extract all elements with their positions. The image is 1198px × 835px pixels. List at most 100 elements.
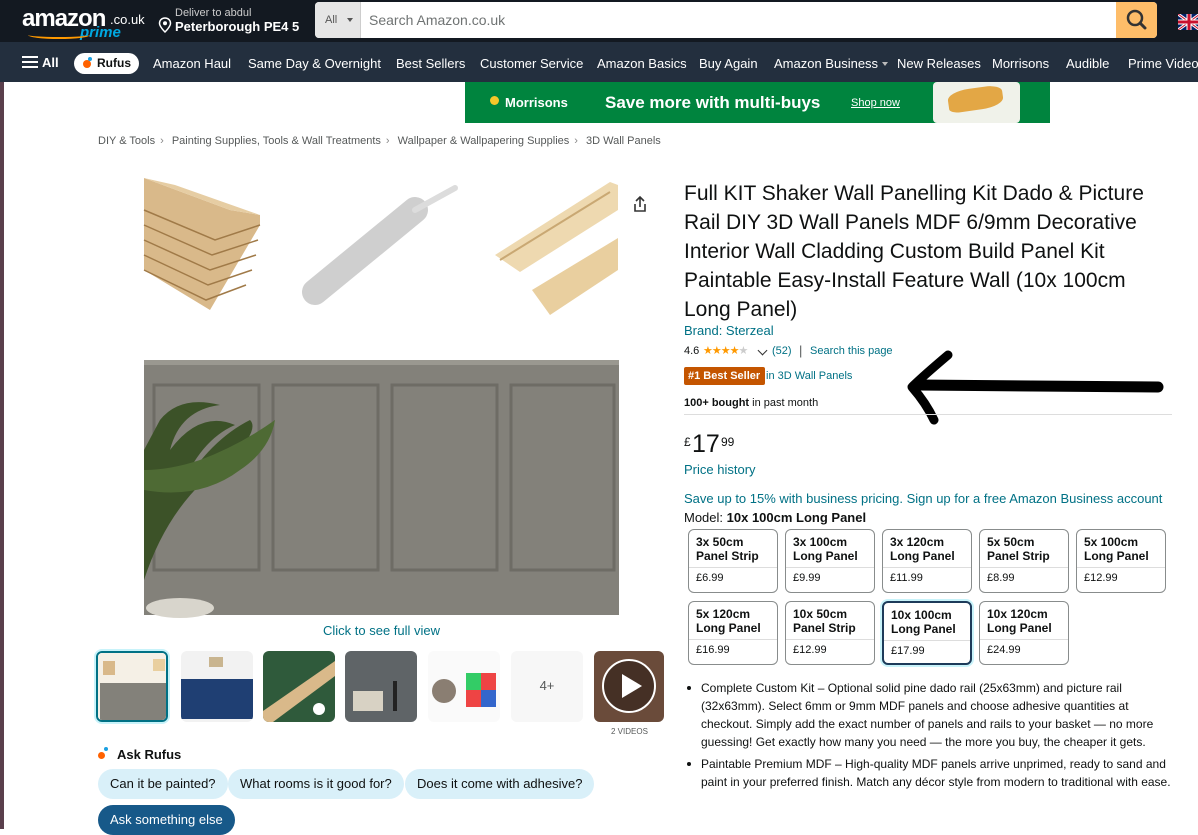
breadcrumb-link[interactable]: Painting Supplies, Tools & Wall Treatmen… bbox=[172, 135, 381, 147]
search-category-label: All bbox=[325, 14, 338, 26]
variant-name-line1: 3x 100cm bbox=[793, 535, 848, 549]
video-thumbnail[interactable] bbox=[594, 651, 664, 722]
price-whole: 17 bbox=[692, 430, 720, 458]
variant-name-line1: 5x 50cm bbox=[987, 535, 1035, 549]
variant-option-selected[interactable]: 10x 100cm Long Panel £17.99 bbox=[882, 601, 972, 665]
breadcrumb-separator-icon: › bbox=[574, 135, 578, 147]
rating-summary: 4.6 ★★★★★ (52) | Search this page bbox=[684, 343, 893, 358]
nav-link-prime-video[interactable]: Prime Video bbox=[1128, 56, 1198, 71]
chevron-down-icon[interactable] bbox=[757, 345, 768, 356]
gallery-thumbnail[interactable] bbox=[96, 651, 168, 722]
variant-price: £16.99 bbox=[696, 644, 730, 656]
variant-option[interactable]: 5x 120cm Long Panel £16.99 bbox=[688, 601, 778, 665]
variant-price: £12.99 bbox=[1084, 572, 1118, 584]
all-menu-label: All bbox=[42, 55, 59, 70]
rufus-button[interactable]: Rufus bbox=[74, 53, 139, 74]
business-pricing-link[interactable]: Save up to 15% with business pricing. Si… bbox=[684, 491, 1162, 506]
wall-panel-room-image bbox=[144, 360, 619, 618]
rufus-question-chip[interactable]: Can it be painted? bbox=[98, 769, 228, 799]
variant-price: £12.99 bbox=[793, 644, 827, 656]
variant-name-line2: Long Panel bbox=[891, 622, 956, 636]
variant-option[interactable]: 5x 50cm Panel Strip £8.99 bbox=[979, 529, 1069, 593]
bought-period: in past month bbox=[749, 397, 819, 409]
feature-bullet: Complete Custom Kit – Optional solid pin… bbox=[684, 679, 1174, 751]
uk-flag-icon[interactable] bbox=[1178, 14, 1198, 30]
gallery-thumbnail[interactable] bbox=[263, 651, 335, 722]
variant-name-line2: Long Panel bbox=[696, 621, 761, 635]
nav-link-new-releases[interactable]: New Releases bbox=[897, 56, 981, 71]
breadcrumb-link[interactable]: DIY & Tools bbox=[98, 135, 155, 147]
morrisons-promo-banner[interactable]: Morrisons Save more with multi-buys Shop… bbox=[465, 82, 1050, 123]
search-bar: All bbox=[315, 2, 1157, 38]
nav-link-morrisons[interactable]: Morrisons bbox=[992, 56, 1049, 71]
banner-shop-now-link[interactable]: Shop now bbox=[851, 97, 900, 109]
gallery-thumbnail[interactable] bbox=[428, 651, 500, 722]
full-view-link[interactable]: Click to see full view bbox=[323, 623, 440, 638]
caret-down-icon bbox=[347, 18, 353, 22]
search-button[interactable] bbox=[1116, 2, 1157, 38]
breadcrumb-link[interactable]: Wallpaper & Wallpapering Supplies bbox=[398, 135, 570, 147]
variant-option[interactable]: 10x 120cm Long Panel £24.99 bbox=[979, 601, 1069, 665]
divider bbox=[684, 414, 1172, 415]
videos-count-label: 2 VIDEOS bbox=[611, 727, 648, 736]
search-icon bbox=[1126, 9, 1147, 30]
variant-option[interactable]: 5x 100cm Long Panel £12.99 bbox=[1076, 529, 1166, 593]
nav-link-amazon-basics[interactable]: Amazon Basics bbox=[597, 56, 687, 71]
share-icon[interactable] bbox=[631, 195, 649, 213]
best-seller-badge[interactable]: #1 Best Seller bbox=[684, 367, 766, 385]
hamburger-icon bbox=[22, 56, 38, 68]
model-selection-label: Model: 10x 100cm Long Panel bbox=[684, 510, 866, 525]
model-label: Model: bbox=[684, 510, 727, 525]
price-currency: £ bbox=[684, 435, 691, 449]
amazon-prime-logo[interactable]: amazon .co.uk prime bbox=[20, 4, 145, 41]
banner-headline: Save more with multi-buys bbox=[605, 93, 821, 112]
rufus-question-chip[interactable]: Does it come with adhesive? bbox=[405, 769, 595, 799]
sparkle-icon bbox=[104, 747, 108, 751]
variant-name-line1: 10x 50cm bbox=[793, 607, 848, 621]
variant-option[interactable]: 3x 50cm Panel Strip £6.99 bbox=[688, 529, 778, 593]
variant-price: £24.99 bbox=[987, 644, 1021, 656]
nav-link-amazon-haul[interactable]: Amazon Haul bbox=[153, 56, 231, 71]
gallery-thumbnail[interactable] bbox=[181, 651, 253, 722]
variant-name-line1: 10x 120cm bbox=[987, 607, 1048, 621]
variant-name-line2: Long Panel bbox=[793, 549, 858, 563]
nav-link-audible[interactable]: Audible bbox=[1066, 56, 1109, 71]
nav-link-buy-again[interactable]: Buy Again bbox=[699, 56, 758, 71]
bought-count: 100+ bought bbox=[684, 397, 750, 409]
variant-option[interactable]: 3x 120cm Long Panel £11.99 bbox=[882, 529, 972, 593]
rufus-label: Rufus bbox=[97, 56, 131, 70]
ask-something-else-button[interactable]: Ask something else bbox=[98, 805, 235, 835]
mdf-panel-stack-image bbox=[143, 178, 261, 310]
deliver-address: Peterborough PE4 5 bbox=[175, 19, 300, 34]
location-pin-icon bbox=[158, 17, 172, 33]
banner-brand: Morrisons bbox=[505, 95, 568, 110]
star-rating-icon[interactable]: ★★★★★ bbox=[703, 344, 748, 357]
variant-option[interactable]: 3x 100cm Long Panel £9.99 bbox=[785, 529, 875, 593]
all-menu-button[interactable]: All bbox=[22, 55, 59, 70]
search-this-page-link[interactable]: Search this page bbox=[810, 345, 893, 357]
rufus-icon bbox=[83, 60, 91, 68]
search-input[interactable] bbox=[369, 11, 1069, 29]
nav-link-best-sellers[interactable]: Best Sellers bbox=[396, 56, 465, 71]
search-category-select[interactable]: All bbox=[315, 2, 361, 38]
nav-link-customer-service[interactable]: Customer Service bbox=[480, 56, 583, 71]
variant-price: £17.99 bbox=[891, 645, 925, 657]
annotation-arrow-icon bbox=[907, 350, 1164, 425]
best-seller-category-link[interactable]: in 3D Wall Panels bbox=[766, 370, 852, 382]
more-images-button[interactable]: 4+ bbox=[511, 651, 583, 722]
gallery-thumbnail[interactable] bbox=[345, 651, 417, 722]
variant-option[interactable]: 10x 50cm Panel Strip £12.99 bbox=[785, 601, 875, 665]
sparkle-icon bbox=[88, 57, 92, 61]
model-value: 10x 100cm Long Panel bbox=[726, 510, 867, 525]
breadcrumb-link[interactable]: 3D Wall Panels bbox=[586, 135, 661, 147]
price-history-link[interactable]: Price history bbox=[684, 462, 756, 477]
variant-name-line1: 5x 120cm bbox=[696, 607, 751, 621]
main-product-image[interactable] bbox=[140, 170, 620, 620]
rufus-question-chip[interactable]: What rooms is it good for? bbox=[228, 769, 404, 799]
nav-link-amazon-business[interactable]: Amazon Business bbox=[774, 56, 889, 71]
brand-link[interactable]: Brand: Sterzeal bbox=[684, 323, 774, 338]
nav-link-same-day[interactable]: Same Day & Overnight bbox=[248, 56, 381, 71]
variant-name-line2: Long Panel bbox=[1084, 549, 1149, 563]
ratings-count-link[interactable]: (52) bbox=[772, 345, 792, 357]
deliver-label: Deliver to abdul bbox=[175, 7, 252, 19]
